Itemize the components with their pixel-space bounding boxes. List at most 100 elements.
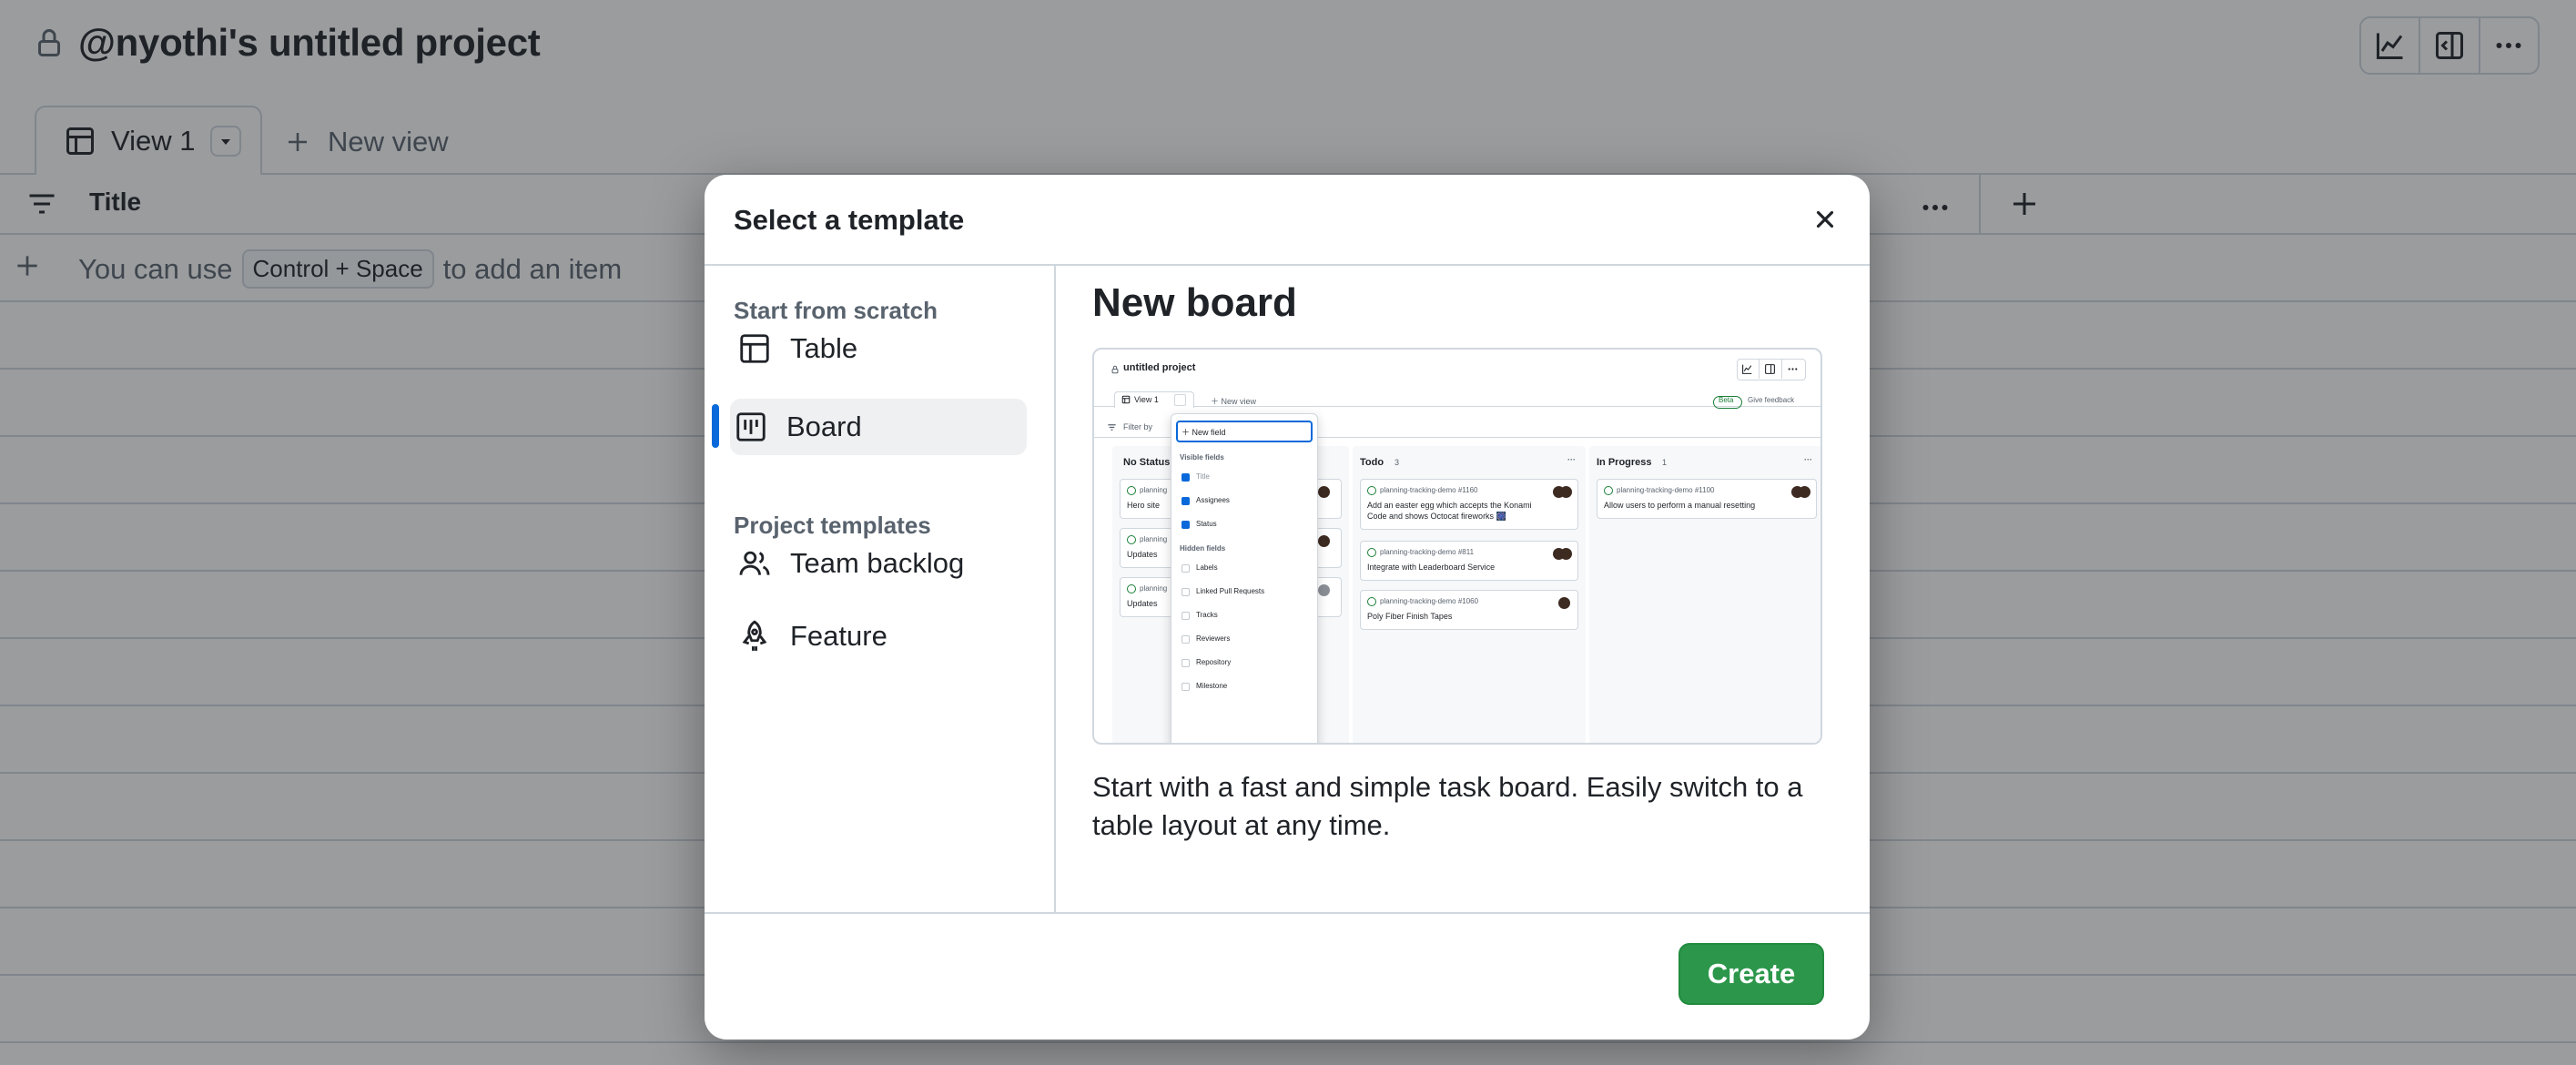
avatar bbox=[1318, 486, 1330, 498]
checkbox-empty-icon bbox=[1182, 588, 1190, 596]
create-button[interactable]: Create bbox=[1678, 943, 1824, 1005]
mini-dropdown bbox=[1174, 394, 1186, 406]
mini-field-item: Tracks bbox=[1196, 611, 1218, 619]
project-board-icon bbox=[736, 412, 766, 441]
template-nav: Start from scratch Table Board Project t… bbox=[705, 264, 1056, 912]
mini-field-item: Reviewers bbox=[1196, 634, 1231, 643]
checkbox-checked-icon bbox=[1182, 521, 1190, 529]
lock-icon bbox=[1111, 365, 1119, 374]
mini-card-title: Add an easter egg which accepts the Kona… bbox=[1367, 501, 1532, 510]
mini-card-title: Hero site bbox=[1127, 501, 1161, 510]
checkbox-empty-icon bbox=[1182, 612, 1190, 620]
graph-icon bbox=[1742, 364, 1752, 374]
template-option-feature[interactable]: Feature bbox=[734, 608, 1040, 664]
mini-beta-label: Beta bbox=[1719, 396, 1734, 404]
table-icon bbox=[1121, 395, 1131, 404]
mini-fields-popover bbox=[1171, 413, 1318, 743]
preview-description: Start with a fast and simple task board.… bbox=[1092, 771, 1803, 841]
mini-field-item: Linked Pull Requests bbox=[1196, 587, 1265, 595]
close-icon[interactable] bbox=[1811, 206, 1839, 233]
dialog-header: Select a template bbox=[705, 175, 1870, 266]
select-template-dialog: Select a template Start from scratch Tab… bbox=[705, 175, 1870, 1040]
mini-divider bbox=[1781, 359, 1782, 379]
template-option-label: Team backlog bbox=[790, 547, 965, 579]
mini-field-item: Status bbox=[1196, 520, 1217, 528]
issue-open-icon bbox=[1604, 486, 1613, 495]
kebab-horizontal-icon bbox=[1788, 368, 1798, 370]
template-option-label: Board bbox=[786, 411, 862, 442]
filter-icon bbox=[1108, 424, 1116, 431]
checkbox-empty-icon bbox=[1182, 635, 1190, 644]
checkbox-empty-icon bbox=[1182, 564, 1190, 573]
issue-open-icon bbox=[1127, 584, 1136, 593]
issue-open-icon bbox=[1367, 597, 1376, 606]
avatar bbox=[1560, 548, 1572, 560]
mini-card-ref: planning-tracking-demo #1100 bbox=[1617, 486, 1715, 494]
mini-hidden-heading: Hidden fields bbox=[1180, 544, 1226, 553]
mini-new-view: ＋ New view bbox=[1211, 397, 1257, 406]
mini-visible-heading: Visible fields bbox=[1180, 453, 1224, 462]
mini-feedback-label: Give feedback bbox=[1748, 396, 1795, 404]
mini-card bbox=[1597, 479, 1817, 519]
mini-tab-border bbox=[1094, 406, 1820, 407]
mini-card-ref: planning bbox=[1140, 535, 1168, 543]
mini-card-ref: planning-tracking-demo #1160 bbox=[1380, 486, 1478, 494]
mini-card-ref: planning-tracking-demo #1060 bbox=[1380, 597, 1479, 605]
mini-card-title: Integrate with Leaderboard Service bbox=[1367, 563, 1496, 572]
checkbox-checked-icon bbox=[1182, 497, 1190, 505]
checkbox-empty-icon bbox=[1182, 683, 1190, 691]
mini-field-item: Assignees bbox=[1196, 496, 1230, 504]
rocket-icon bbox=[742, 620, 767, 651]
mini-card-title: Updates bbox=[1127, 550, 1158, 559]
checkbox-empty-icon bbox=[1182, 659, 1190, 667]
mini-new-view-label: New view bbox=[1221, 397, 1257, 406]
mini-column-title: No Status bbox=[1123, 457, 1171, 468]
mini-field-item: Repository bbox=[1196, 658, 1232, 666]
mini-card-ref: planning bbox=[1140, 584, 1168, 593]
preview-title: New board bbox=[1092, 280, 1297, 325]
mini-tab-label: View 1 bbox=[1134, 395, 1159, 404]
template-option-label: Table bbox=[790, 332, 858, 364]
checkbox-checked-icon bbox=[1182, 473, 1190, 482]
mini-card-title: Code and shows Octocat fireworks 🎆 bbox=[1367, 512, 1506, 521]
mini-field-item: Labels bbox=[1196, 563, 1218, 572]
template-preview-panel: New board untitled project View 1 ＋ New … bbox=[1056, 264, 1870, 912]
mini-card-title: Updates bbox=[1127, 599, 1158, 608]
template-option-label: Feature bbox=[790, 620, 887, 652]
mini-card bbox=[1360, 590, 1578, 630]
table-icon bbox=[740, 334, 769, 363]
mini-column-title: In Progress bbox=[1597, 457, 1652, 468]
mini-card-title: Poly Fiber Finish Tapes bbox=[1367, 612, 1453, 621]
mini-column-menu-icon: ··· bbox=[1804, 455, 1812, 464]
issue-open-icon bbox=[1127, 486, 1136, 495]
mini-divider bbox=[1759, 359, 1760, 379]
template-option-team-backlog[interactable]: Team backlog bbox=[734, 535, 1040, 592]
avatar bbox=[1560, 486, 1572, 498]
mini-field-item: Milestone bbox=[1196, 682, 1228, 690]
avatar bbox=[1318, 535, 1330, 547]
avatar bbox=[1799, 486, 1810, 498]
mini-card bbox=[1360, 541, 1578, 581]
issue-open-icon bbox=[1127, 535, 1136, 544]
template-option-table[interactable]: Table bbox=[734, 320, 1040, 377]
avatar bbox=[1558, 597, 1570, 609]
mini-column-count: 3 bbox=[1394, 458, 1400, 467]
dialog-footer: Create bbox=[705, 912, 1870, 1040]
mini-column-count: 1 bbox=[1662, 458, 1668, 467]
mini-filter-label: Filter by bbox=[1123, 422, 1153, 431]
mini-project-title: untitled project bbox=[1123, 362, 1196, 373]
sidebar-expand-icon bbox=[1765, 364, 1775, 374]
mini-field-item: Title bbox=[1196, 472, 1210, 481]
mini-column-title: Todo bbox=[1360, 457, 1384, 468]
mini-column-menu-icon: ··· bbox=[1567, 455, 1576, 464]
mini-card-title: Allow users to perform a manual resettin… bbox=[1604, 501, 1756, 510]
avatar bbox=[1318, 584, 1330, 596]
board-preview-image: untitled project View 1 ＋ New view Beta … bbox=[1092, 348, 1822, 745]
people-icon bbox=[739, 551, 770, 575]
template-option-board[interactable]: Board bbox=[730, 399, 1027, 455]
selected-indicator bbox=[712, 404, 719, 448]
mini-card-ref: planning bbox=[1140, 486, 1168, 494]
mini-new-field-label: New field bbox=[1192, 428, 1226, 437]
dialog-title: Select a template bbox=[734, 204, 965, 236]
mini-new-field: ＋ New field bbox=[1182, 428, 1226, 437]
